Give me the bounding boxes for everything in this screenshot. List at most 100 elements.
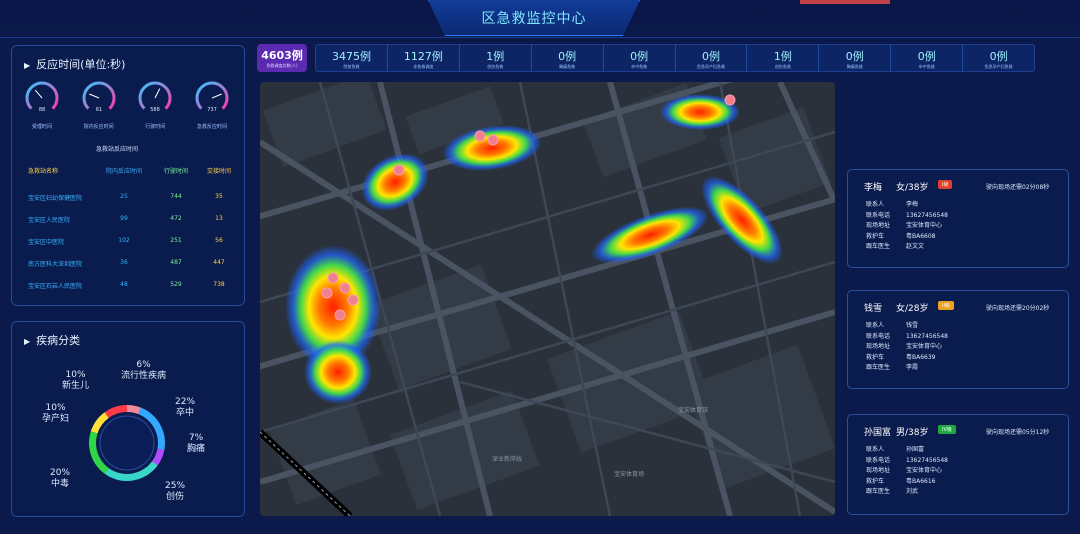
pct-epidemic: 6% bbox=[136, 360, 151, 370]
table-cell: 251 bbox=[170, 237, 182, 244]
info-key: 联系电话 bbox=[866, 332, 891, 340]
table-cell: 13 bbox=[215, 215, 223, 222]
table-cell: 35 bbox=[215, 193, 223, 200]
stat-item[interactable]: 0例 危急孕产妇急救 bbox=[963, 45, 1034, 71]
name-stroke: 卒中 bbox=[176, 408, 195, 418]
stat-item[interactable]: 1例 创伤急救 bbox=[747, 45, 820, 71]
patient-card[interactable]: 钱雪 女/28岁 II级 驶向现场还需20分02秒 联系人 钱雪 联系电话 13627… bbox=[847, 290, 1069, 389]
table-cell: 738 bbox=[213, 281, 225, 288]
info-value: 粤BA6616 bbox=[906, 477, 936, 485]
name-chestpain: 胸痛 bbox=[187, 444, 206, 454]
gauge-label: 行驶时间 bbox=[145, 124, 166, 130]
patient-card[interactable]: 李梅 女/38岁 I级 驶向现场还需02分08秒 联系人 李梅 联系电话 136274… bbox=[847, 169, 1069, 268]
name-newborn: 新生儿 bbox=[62, 381, 90, 391]
disease-donut bbox=[82, 398, 172, 488]
info-key: 联系人 bbox=[866, 322, 885, 329]
eta-text: 驶向现场还需20分02秒 bbox=[986, 305, 1050, 312]
table-cell: 宝安区妇幼保健医院 bbox=[28, 195, 83, 202]
top-accent-strip bbox=[800, 0, 890, 4]
info-value: 刘武 bbox=[906, 488, 919, 496]
stat-item[interactable]: 0例 胸痛急救 bbox=[819, 45, 892, 71]
pct-trauma: 25% bbox=[165, 481, 186, 491]
map-label-field: 宝安体育场 bbox=[614, 470, 644, 478]
info-key: 救护车 bbox=[866, 232, 885, 240]
patient-name: 李梅 bbox=[864, 183, 883, 193]
stat-label: 危急孕产妇急救 bbox=[696, 64, 725, 69]
table-row[interactable]: 宝安区中医院 102 251 56 bbox=[28, 237, 238, 246]
stat-value: 0例 bbox=[701, 50, 720, 63]
stat-label: 胸痛急救 bbox=[559, 64, 576, 69]
label-newborn: 10% 新生儿 bbox=[62, 370, 89, 392]
info-value: 13627456548 bbox=[906, 332, 948, 340]
info-key: 现场地址 bbox=[866, 222, 891, 230]
stat-item[interactable]: 3475例 院前急救 bbox=[316, 45, 388, 71]
label-stroke: 22% 卒中 bbox=[175, 397, 195, 419]
name-maternal: 孕产妇 bbox=[42, 414, 70, 424]
label-epidemic: 6% 流行性疾病 bbox=[121, 360, 166, 382]
stat-item[interactable]: 0例 危急孕产妇急救 bbox=[676, 45, 748, 71]
stat-label: 院前急救 bbox=[343, 64, 360, 69]
total-dispatch-stat[interactable]: 4603例 急救调度总数(人) bbox=[257, 44, 307, 72]
table-row[interactable]: 宝安区人民医院 99 472 13 bbox=[28, 215, 238, 224]
col-drive: 行驶时间 bbox=[163, 168, 188, 175]
heatmap-map[interactable]: 宝安体育馆 宝安体育场 深业新岸线 bbox=[260, 82, 835, 516]
response-time-title-text: 反应时间(单位:秒) bbox=[36, 58, 126, 71]
stat-label: 卒中急救 bbox=[918, 64, 935, 69]
label-poison: 20% 中毒 bbox=[50, 468, 70, 490]
disease-title-text: 疾病分类 bbox=[36, 334, 81, 347]
info-row: 救护车 粤BA6608 bbox=[866, 232, 948, 243]
pct-poison: 20% bbox=[50, 468, 71, 478]
table-cell: 56 bbox=[215, 237, 223, 244]
info-row: 现场地址 宝安体育中心 bbox=[866, 466, 948, 477]
svg-text:588: 588 bbox=[151, 107, 161, 113]
info-key: 救护车 bbox=[866, 353, 885, 361]
map-label-stadium: 宝安体育馆 bbox=[678, 406, 708, 414]
stat-value: 0例 bbox=[917, 50, 936, 63]
table-cell: 25 bbox=[120, 193, 128, 200]
donut-center bbox=[99, 415, 155, 471]
info-value: 孙国富 bbox=[906, 446, 925, 453]
map-label-shenye: 深业新岸线 bbox=[492, 455, 522, 463]
info-value: 13627456548 bbox=[906, 211, 948, 219]
patient-card[interactable]: 孙国富 男/38岁 IV级 驶向现场还需05分12秒 联系人 孙国富 联系电话 136… bbox=[847, 414, 1069, 515]
total-dispatch-label: 急救调度总数(人) bbox=[266, 63, 298, 68]
table-cell: 宝安区石岩人民医院 bbox=[28, 283, 83, 290]
patient-gender-age: 女/28岁 bbox=[896, 304, 929, 314]
stats-bar: 3475例 院前急救 1127例 非急救调度 1例 创伤急救 0例 胸痛急救 0例 卒中急救 0例危… bbox=[315, 44, 1035, 72]
patient-gender-age: 女/38岁 bbox=[896, 183, 929, 193]
stat-label: 非急救调度 bbox=[413, 64, 434, 69]
donut-slice-0 bbox=[127, 405, 141, 415]
gauge-0: 88 受理时间 bbox=[22, 78, 62, 130]
stat-value: 0例 bbox=[558, 50, 577, 63]
info-key: 联系人 bbox=[866, 446, 885, 453]
stat-value: 0例 bbox=[630, 50, 649, 63]
stat-item[interactable]: 1例 创伤急救 bbox=[460, 45, 532, 71]
table-cell: 宝安区中医院 bbox=[28, 239, 65, 246]
table-row[interactable]: 宝安区妇幼保健医院 25 744 35 bbox=[28, 193, 238, 202]
stat-item[interactable]: 0例 胸痛急救 bbox=[532, 45, 604, 71]
info-row: 联系电话 13627456548 bbox=[866, 456, 948, 467]
stat-item[interactable]: 1127例 非急救调度 bbox=[388, 45, 460, 71]
patient-info: 联系人 钱雪 联系电话 13627456548 现场地址 宝安体育中心 救护车 粤BA6639… bbox=[866, 321, 948, 374]
table-row[interactable]: 南方医科大深圳医院 36 487 447 bbox=[28, 259, 238, 268]
stat-label: 危急孕产妇急救 bbox=[984, 64, 1013, 69]
info-row: 联系人 孙国富 bbox=[866, 445, 948, 456]
heat-spots bbox=[285, 94, 783, 404]
table-row[interactable]: 宝安区石岩人民医院 48 529 738 bbox=[28, 281, 238, 290]
stat-item[interactable]: 0例 卒中急救 bbox=[891, 45, 964, 71]
info-value: 李霞 bbox=[906, 364, 919, 372]
table-cell: 529 bbox=[170, 281, 182, 288]
svg-text:737: 737 bbox=[207, 107, 217, 113]
table-cell: 472 bbox=[170, 215, 182, 222]
info-row: 救护车 粤BA6639 bbox=[866, 353, 948, 364]
patient-info: 联系人 孙国富 联系电话 13627456548 现场地址 宝安体育中心 救护车 粤BA661… bbox=[866, 445, 948, 498]
table-cell: 宝安区人民医院 bbox=[28, 217, 71, 224]
info-key: 跟车医生 bbox=[866, 364, 891, 372]
info-row: 联系人 钱雪 bbox=[866, 321, 948, 332]
name-epidemic: 流行性疾病 bbox=[121, 371, 167, 381]
disease-title: ▶ 疾病分类 bbox=[24, 332, 244, 348]
stat-item[interactable]: 0例 卒中急救 bbox=[604, 45, 676, 71]
total-dispatch-value: 4603例 bbox=[261, 49, 303, 62]
station-table-title: 急救站反应时间 bbox=[95, 146, 138, 153]
info-value: 李梅 bbox=[906, 201, 919, 208]
